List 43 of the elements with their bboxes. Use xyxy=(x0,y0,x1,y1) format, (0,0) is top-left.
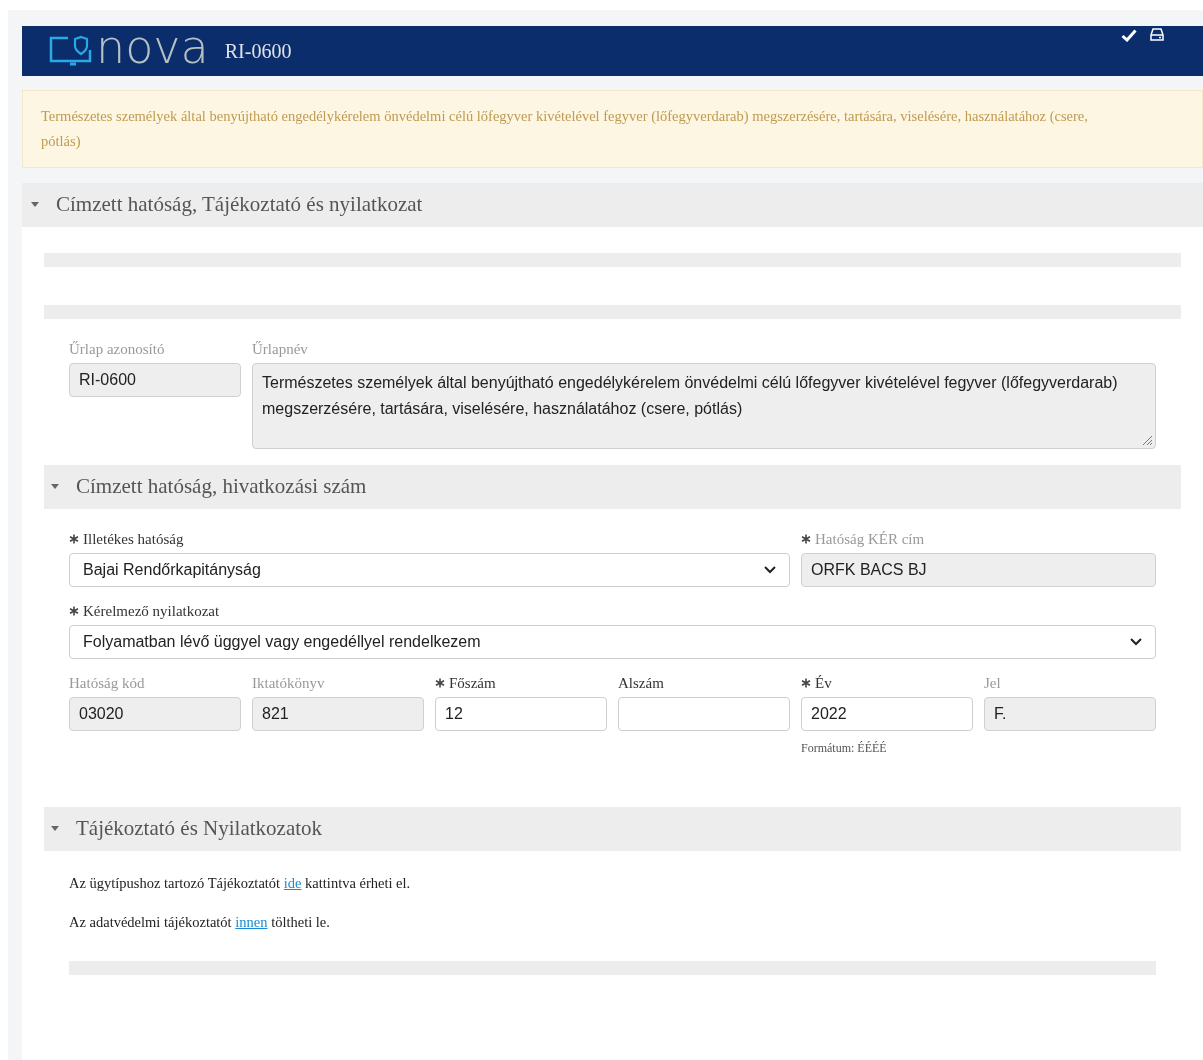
field-label: Alszám xyxy=(618,673,664,693)
input-field[interactable] xyxy=(618,697,790,731)
asterisk-icon xyxy=(801,534,811,544)
section-header[interactable]: Tájékoztató és Nyilatkozatok xyxy=(44,807,1181,851)
link[interactable]: ide xyxy=(283,875,302,891)
asterisk-icon xyxy=(69,606,79,616)
link[interactable]: innen xyxy=(235,913,268,930)
field-label: Űrlapnév xyxy=(252,339,308,359)
field-label: Kérelmező nyilatkozat xyxy=(83,601,220,621)
collapse-caret-icon[interactable] xyxy=(50,484,60,490)
field-label: Űrlap azonosító xyxy=(69,339,165,359)
asterisk-icon xyxy=(435,678,445,688)
printer-icon[interactable] xyxy=(1150,28,1164,42)
info-text: Az adatvédelmi tájékoztatót innen töltheti le. xyxy=(69,912,331,932)
field-label: Jel xyxy=(984,673,1001,693)
chevron-down-icon xyxy=(1130,638,1142,646)
asterisk-icon xyxy=(801,678,811,688)
collapse-caret-icon[interactable] xyxy=(50,826,60,832)
section-title: Címzett hatóság, Tájékoztató és nyilatkozat xyxy=(56,191,423,219)
input-field[interactable]: 2022 xyxy=(801,697,973,731)
field-label: Hatóság KÉR cím xyxy=(815,529,925,549)
chevron-down-icon xyxy=(764,566,776,574)
check-icon[interactable] xyxy=(1121,29,1137,42)
collapse-caret-icon[interactable] xyxy=(30,202,40,208)
asterisk-icon xyxy=(69,534,79,544)
input-field[interactable]: 12 xyxy=(435,697,607,731)
section-header[interactable]: Címzett hatóság, Tájékoztató és nyilatkozat xyxy=(22,183,1203,227)
field-label: Főszám xyxy=(449,673,496,693)
field-label: Iktatókönyv xyxy=(252,673,325,693)
field-label: Hatóság kód xyxy=(69,673,145,693)
select-field[interactable]: Folyamatban lévő üggyel vagy engedéllyel rendelkezem xyxy=(69,625,1156,659)
field-label: Illetékes hatóság xyxy=(83,529,184,549)
format-hint: Formátum: ÉÉÉÉ xyxy=(801,740,888,757)
notice-banner: Természetes személyek által benyújtható engedélykérelem önvédelmi célú lőfegyver kivételével fegyver (lőfegyverdarab) megszerzésére, tartására, viselésére, használatához (csere, pótlás) xyxy=(22,90,1203,168)
section-header[interactable]: Címzett hatóság, hivatkozási szám xyxy=(44,465,1181,509)
form-code: RI-0600 xyxy=(224,39,292,64)
field-label: Év xyxy=(815,673,832,693)
section-title: Címzett hatóság, hivatkozási szám xyxy=(76,473,367,501)
section-title: Tájékoztató és Nyilatkozatok xyxy=(76,815,323,843)
info-text: Az ügytípushoz tartozó Tájékoztatót ide kattintva érheti el. xyxy=(69,874,412,893)
monitor-shield-icon xyxy=(48,35,94,67)
select-field[interactable]: Bajai Rendőrkapitányság xyxy=(69,553,790,587)
logo-text: nova xyxy=(96,24,209,70)
